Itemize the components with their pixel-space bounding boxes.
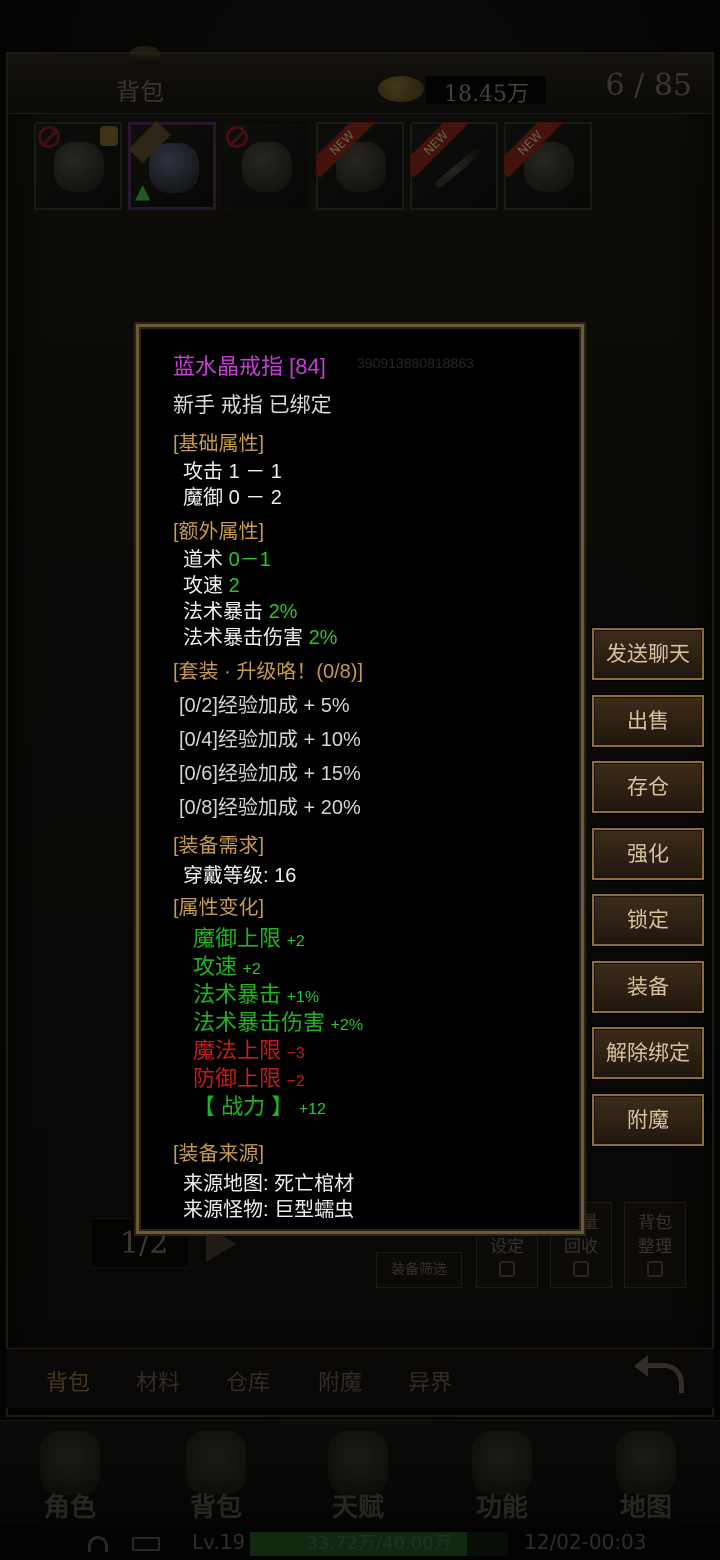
set-bonus: [0/2]经验加成 + 5% [179, 695, 350, 717]
change-delta: +1% [286, 989, 320, 1006]
attr-value: 2 [228, 575, 240, 597]
extra-attr-header: [额外属性] [173, 521, 265, 543]
set-header: [套装 · 升级咯！(0/8)] [173, 661, 364, 683]
attr-value: 0－1 [228, 549, 271, 571]
attr-label: 攻击 [183, 461, 223, 483]
change-label: 攻速 [193, 954, 238, 979]
change-label: 法术暴击 [193, 982, 282, 1007]
set-bonus: [0/6]经验加成 + 15% [179, 763, 361, 785]
item-id: 390913880818863 [357, 355, 474, 371]
lock-button[interactable]: 锁定 [592, 894, 704, 946]
extra-attr-row: 攻速 2 [183, 569, 240, 598]
change-delta: +2% [330, 1017, 364, 1034]
store-warehouse-button[interactable]: 存仓 [592, 761, 704, 813]
change-label: 魔御上限 [193, 926, 282, 951]
attr-change-header: [属性变化] [173, 897, 265, 919]
base-attr-row: 攻击 1 － 1 [183, 455, 282, 484]
item-name: 蓝水晶戒指 [84] [173, 354, 326, 379]
equip-button[interactable]: 装备 [592, 961, 704, 1013]
source-map: 来源地图: 死亡棺材 [183, 1173, 355, 1195]
sell-button[interactable]: 出售 [592, 695, 704, 747]
attr-label: 攻速 [183, 575, 223, 597]
attr-value: 2% [308, 627, 338, 649]
change-delta: +2 [286, 933, 305, 950]
change-delta: +12 [298, 1101, 326, 1118]
item-subtitle: 新手 戒指 已绑定 [173, 394, 332, 417]
attr-label: 魔御 [183, 487, 223, 509]
attr-value: 1 － 1 [228, 461, 282, 483]
source-monster: 来源怪物: 巨型蠕虫 [183, 1199, 355, 1221]
attr-value: 2% [268, 601, 298, 623]
attr-change-row: 【 战力 】 +12 [193, 1089, 326, 1121]
requirement-header: [装备需求] [173, 835, 265, 857]
change-label: 【 战力 】 [193, 1094, 294, 1119]
enchant-button[interactable]: 附魔 [592, 1094, 704, 1146]
change-label: 防御上限 [193, 1066, 282, 1091]
enhance-button[interactable]: 强化 [592, 828, 704, 880]
attr-value: 0 － 2 [228, 487, 282, 509]
base-attr-row: 魔御 0 － 2 [183, 481, 282, 510]
attr-label: 法术暴击伤害 [183, 627, 303, 649]
change-label: 魔法上限 [193, 1038, 282, 1063]
level-requirement: 穿戴等级: 16 [183, 865, 297, 887]
attr-label: 道术 [183, 549, 223, 571]
attr-label: 法术暴击 [183, 601, 263, 623]
change-delta: +2 [242, 961, 261, 978]
item-tooltip: 蓝水晶戒指 [84] 390913880818863 新手 戒指 已绑定 [基础… [136, 324, 584, 1234]
set-bonus: [0/8]经验加成 + 20% [179, 797, 361, 819]
game-screen: 背包 18.45万 6 / 85 ▲ NEW NEW NEW 1/2 装备筛选 … [0, 0, 720, 1560]
source-header: [装备来源] [173, 1143, 265, 1165]
unbind-button[interactable]: 解除绑定 [592, 1027, 704, 1079]
change-label: 法术暴击伤害 [193, 1010, 326, 1035]
change-delta: −3 [286, 1045, 305, 1062]
extra-attr-row: 法术暴击伤害 2% [183, 621, 337, 650]
base-attr-header: [基础属性] [173, 433, 265, 455]
set-bonus: [0/4]经验加成 + 10% [179, 729, 361, 751]
send-to-chat-button[interactable]: 发送聊天 [592, 628, 704, 680]
change-delta: −2 [286, 1073, 305, 1090]
extra-attr-row: 道术 0－1 [183, 543, 271, 572]
extra-attr-row: 法术暴击 2% [183, 595, 297, 624]
